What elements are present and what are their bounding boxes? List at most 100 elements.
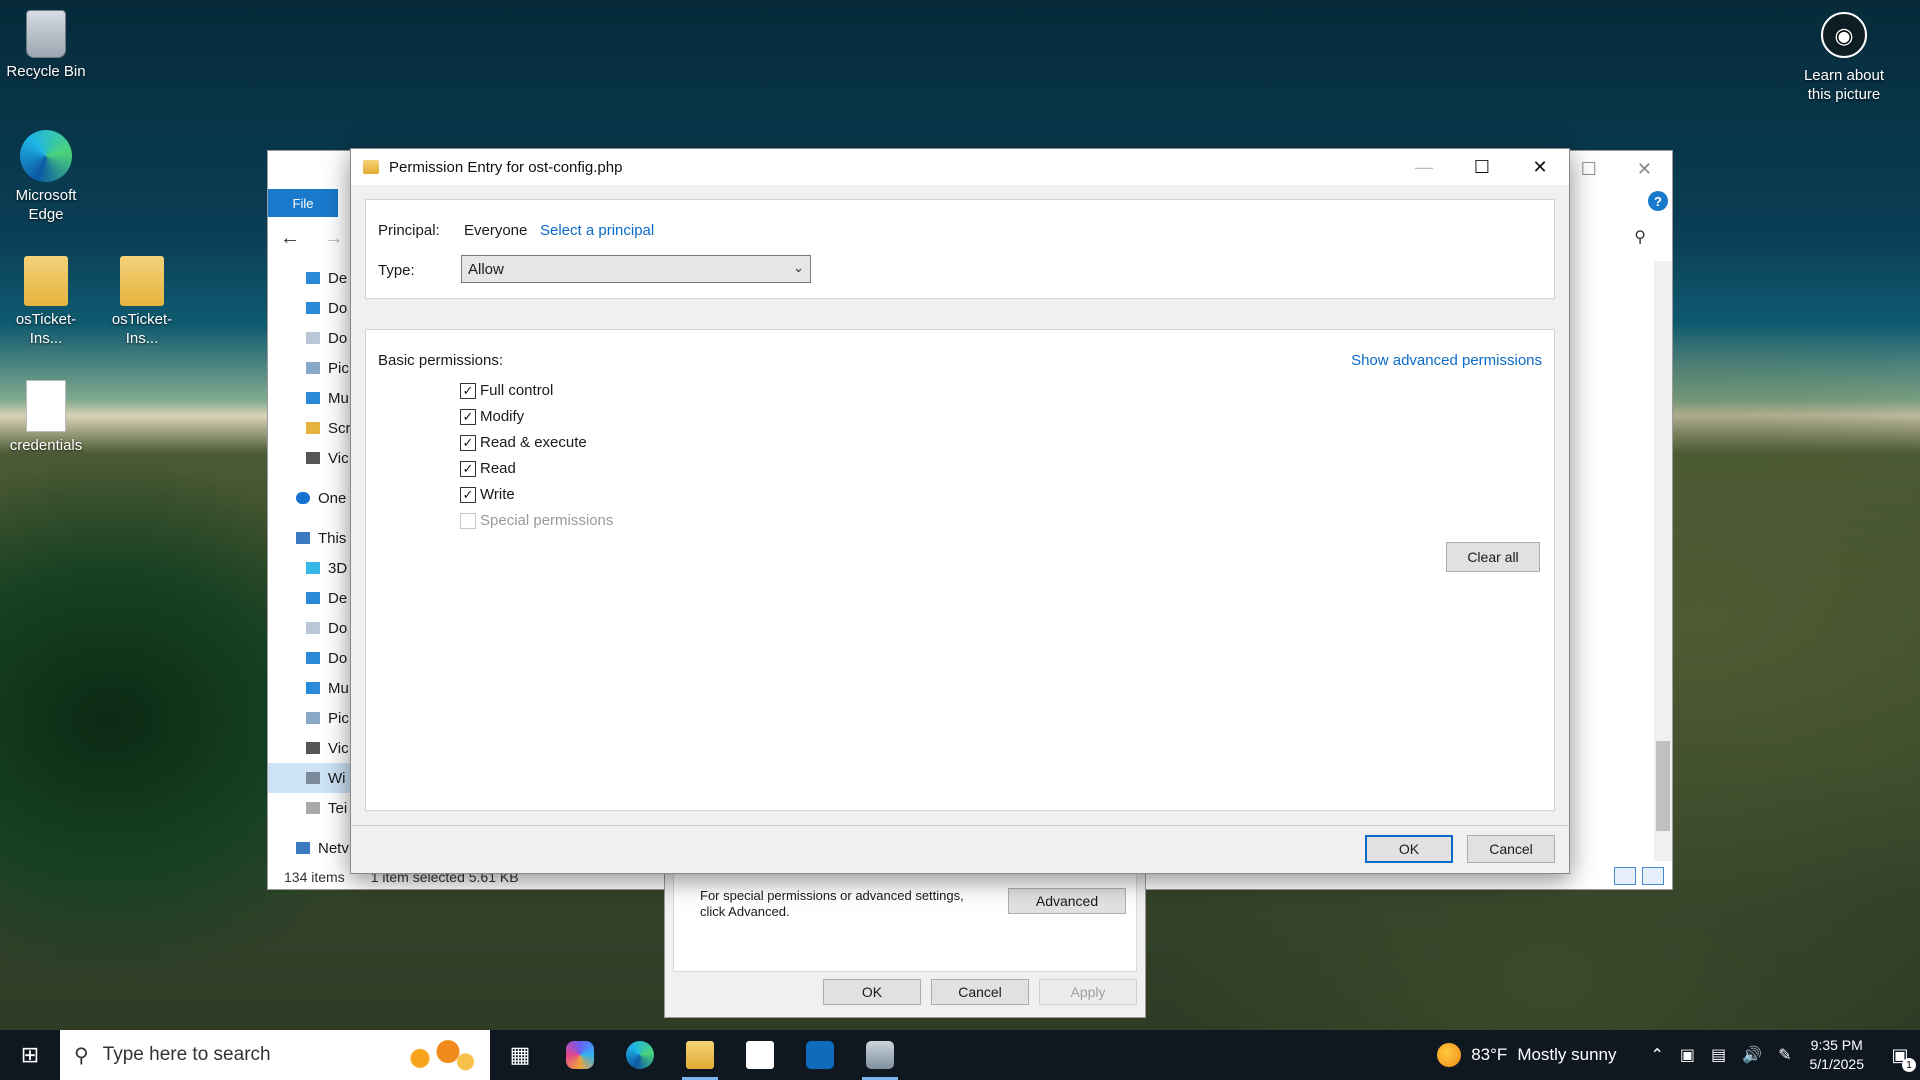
- nav-item[interactable]: Pic: [268, 353, 352, 383]
- cancel-button[interactable]: Cancel: [1467, 835, 1555, 863]
- show-advanced-permissions-link[interactable]: Show advanced permissions: [1351, 352, 1542, 369]
- help-icon[interactable]: ?: [1648, 191, 1668, 211]
- permission-read-execute[interactable]: ✓ Read & execute: [460, 434, 587, 451]
- download-icon: [306, 302, 320, 314]
- 3d-objects-icon: [306, 562, 320, 574]
- chevron-down-icon: ⌄: [793, 260, 804, 275]
- permission-read[interactable]: ✓ Read: [460, 460, 516, 477]
- minimize-icon: —: [1415, 156, 1433, 177]
- advanced-hint: For special permissions or advanced sett…: [700, 888, 964, 919]
- clock-date: 5/1/2025: [1809, 1056, 1865, 1072]
- back-arrow-icon[interactable]: ←: [280, 227, 300, 249]
- microsoft-store-icon[interactable]: [730, 1030, 790, 1080]
- maximize-icon[interactable]: ☐: [1453, 149, 1511, 185]
- nav-item[interactable]: Mu: [268, 673, 352, 703]
- dialog-window-controls: — ☐ ✕: [1395, 149, 1569, 185]
- large-icons-view-icon[interactable]: [1642, 867, 1664, 885]
- properties-ok-button[interactable]: OK: [823, 979, 921, 1005]
- dialog-titlebar[interactable]: Permission Entry for ost-config.php — ☐ …: [351, 149, 1569, 185]
- pictures-icon: [306, 362, 320, 374]
- checkbox-checked-icon[interactable]: ✓: [460, 434, 476, 451]
- nav-item-this-pc[interactable]: This: [268, 523, 352, 553]
- server-manager-icon[interactable]: [850, 1030, 910, 1080]
- copilot-icon[interactable]: [550, 1030, 610, 1080]
- pen-icon[interactable]: ✎: [1778, 1045, 1791, 1065]
- file-explorer-icon[interactable]: [670, 1030, 730, 1080]
- navigation-pane: De Do Do Pic Mu Scr Vic One This 3D De D…: [268, 263, 352, 863]
- volume-icon[interactable]: 🔊: [1742, 1045, 1762, 1065]
- details-view-icon[interactable]: [1614, 867, 1636, 885]
- chevron-up-icon[interactable]: ⌃: [1651, 1045, 1664, 1065]
- clear-all-button[interactable]: Clear all: [1446, 542, 1540, 572]
- nav-item[interactable]: De: [268, 263, 352, 293]
- nav-item[interactable]: Vic: [268, 733, 352, 763]
- item-count: 134 items: [284, 869, 345, 885]
- nav-item[interactable]: Tei: [268, 793, 352, 823]
- nav-item-selected[interactable]: Wi: [268, 763, 352, 793]
- nav-item[interactable]: De: [268, 583, 352, 613]
- permission-write[interactable]: ✓ Write: [460, 486, 515, 503]
- checkbox-checked-icon[interactable]: ✓: [460, 486, 476, 503]
- meet-icon[interactable]: ▣: [1680, 1045, 1695, 1065]
- nav-item-network[interactable]: Netv: [268, 833, 352, 863]
- windows-start-icon[interactable]: ⊞: [0, 1030, 60, 1080]
- ribbon-file-tab[interactable]: File: [268, 189, 338, 217]
- clock[interactable]: 9:35 PM 5/1/2025: [1810, 1036, 1865, 1074]
- desktop-icon-edge[interactable]: Microsoft Edge: [0, 130, 92, 224]
- search-highlight-icon: [406, 1038, 476, 1072]
- checkbox-checked-icon[interactable]: ✓: [460, 460, 476, 477]
- select-principal-link[interactable]: Select a principal: [540, 222, 654, 239]
- videos-icon: [306, 452, 320, 464]
- maximize-icon[interactable]: ☐: [1581, 159, 1597, 180]
- search-icon[interactable]: ⚲: [1634, 227, 1646, 247]
- type-select[interactable]: Allow ⌄: [461, 255, 811, 283]
- edge-icon[interactable]: [610, 1030, 670, 1080]
- close-icon[interactable]: ✕: [1511, 149, 1569, 185]
- weather-widget[interactable]: 83°F Mostly sunny: [1437, 1043, 1617, 1067]
- nav-item[interactable]: Vic: [268, 443, 352, 473]
- notification-badge: 1: [1902, 1058, 1916, 1072]
- nav-item[interactable]: Mu: [268, 383, 352, 413]
- desktop-icon-label: Microsoft Edge: [15, 187, 77, 223]
- properties-cancel-button[interactable]: Cancel: [931, 979, 1029, 1005]
- download-icon: [306, 652, 320, 664]
- checkbox-checked-icon[interactable]: ✓: [460, 408, 476, 425]
- close-icon[interactable]: ✕: [1637, 159, 1652, 180]
- nav-item-onedrive[interactable]: One: [268, 483, 352, 513]
- desktop-icon-label: osTicket-Ins...: [111, 311, 173, 347]
- explorer-scrollbar[interactable]: [1654, 261, 1672, 861]
- nav-item[interactable]: 3D: [268, 553, 352, 583]
- partly-sunny-icon: [1437, 1043, 1462, 1067]
- advanced-button[interactable]: Advanced: [1008, 888, 1126, 914]
- permission-modify[interactable]: ✓ Modify: [460, 408, 524, 425]
- network-icon[interactable]: ▤: [1711, 1045, 1726, 1065]
- nav-item[interactable]: Scr: [268, 413, 352, 443]
- nav-item[interactable]: Do: [268, 613, 352, 643]
- learn-about-picture[interactable]: ◉ Learn about this picture: [1794, 12, 1894, 104]
- permission-full-control[interactable]: ✓ Full control: [460, 382, 553, 399]
- desktop-icon-osticket-2[interactable]: osTicket-Ins...: [96, 256, 188, 348]
- desktop-icon-label: Recycle Bin: [6, 63, 86, 80]
- taskbar-search[interactable]: ⚲ Type here to search: [60, 1030, 490, 1080]
- nav-item[interactable]: Do: [268, 323, 352, 353]
- music-icon: [306, 392, 320, 404]
- ok-button[interactable]: OK: [1365, 835, 1453, 863]
- nav-item[interactable]: Pic: [268, 703, 352, 733]
- zip-folder-icon: [24, 256, 68, 306]
- scrollbar-thumb[interactable]: [1656, 741, 1670, 831]
- dialog-title: Permission Entry for ost-config.php: [389, 158, 623, 176]
- view-toggles: [1614, 867, 1664, 885]
- desktop-icon-credentials[interactable]: credentials: [0, 380, 92, 455]
- task-view-icon[interactable]: ▦: [490, 1030, 550, 1080]
- documents-icon: [306, 622, 320, 634]
- desktop-icon-osticket-1[interactable]: osTicket-Ins...: [0, 256, 92, 348]
- nav-item[interactable]: Do: [268, 293, 352, 323]
- zip-folder-icon: [120, 256, 164, 306]
- music-icon: [306, 682, 320, 694]
- nav-item[interactable]: Do: [268, 643, 352, 673]
- notification-center-icon[interactable]: ▣ 1: [1880, 1030, 1920, 1080]
- desktop-icon-recycle-bin[interactable]: Recycle Bin: [0, 10, 92, 81]
- checkbox-checked-icon[interactable]: ✓: [460, 382, 476, 399]
- outlook-icon[interactable]: [790, 1030, 850, 1080]
- forward-arrow-icon[interactable]: →: [324, 227, 344, 249]
